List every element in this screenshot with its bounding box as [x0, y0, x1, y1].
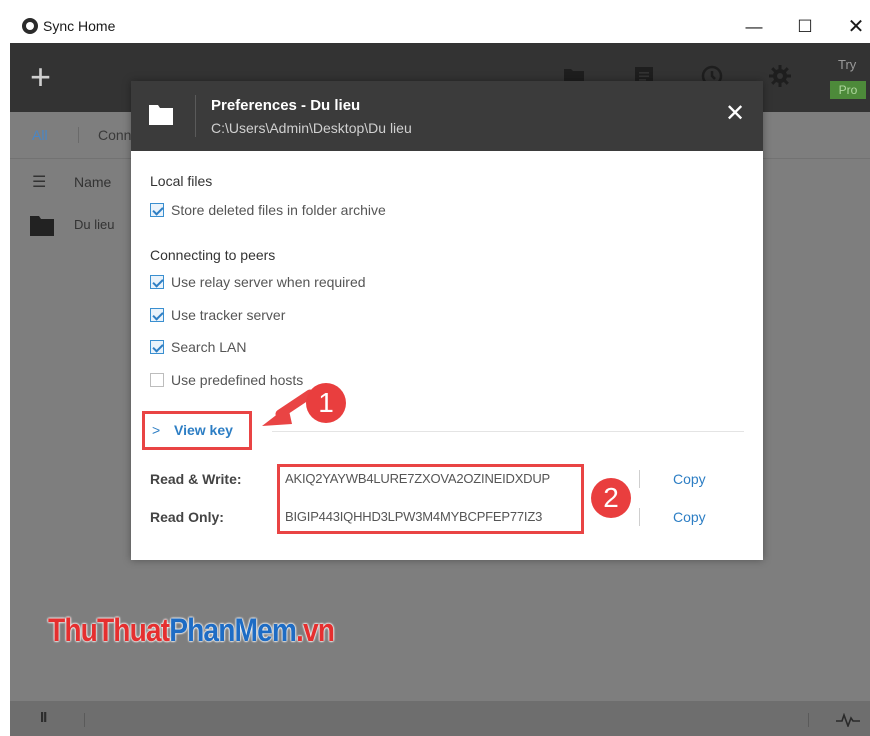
activity-icon[interactable] [836, 713, 860, 727]
maximize-button[interactable]: ☐ [785, 12, 825, 42]
annotation-marker-1: 1 [306, 383, 346, 423]
tab-all[interactable]: All [32, 127, 48, 143]
checkbox-checked-icon[interactable] [150, 340, 164, 354]
column-header-name[interactable]: Name [74, 174, 111, 190]
watermark-part: ThuThuat [48, 612, 170, 648]
checkbox-unchecked-icon[interactable] [150, 373, 164, 387]
highlight-box-keys [277, 464, 584, 534]
checkbox-label: Use tracker server [171, 307, 286, 323]
read-write-label: Read & Write: [150, 471, 242, 487]
gear-icon[interactable] [768, 64, 792, 88]
checkbox-label: Use relay server when required [171, 274, 366, 290]
preferences-dialog: Preferences - Du lieu C:\Users\Admin\Des… [131, 81, 763, 560]
title-bar: Sync Home — ☐ ✕ [10, 10, 870, 43]
status-divider [808, 713, 809, 727]
copy-read-write-button[interactable]: Copy [673, 471, 706, 487]
section-heading-local-files: Local files [150, 173, 213, 189]
copy-divider [639, 470, 640, 488]
section-heading-connecting: Connecting to peers [150, 247, 276, 263]
folder-icon [30, 216, 54, 236]
copy-read-only-button[interactable]: Copy [673, 509, 706, 525]
status-bar: II [10, 701, 870, 736]
dialog-title: Preferences - Du lieu [211, 97, 361, 114]
folder-icon [149, 105, 173, 125]
status-divider [84, 713, 85, 727]
annotation-marker-2: 2 [591, 478, 631, 518]
add-folder-button[interactable]: + [30, 57, 51, 97]
highlight-box-view-key [142, 411, 252, 450]
tab-connected[interactable]: Conn [98, 127, 131, 143]
pro-badge[interactable]: Pro [830, 81, 866, 99]
checkbox-checked-icon[interactable] [150, 275, 164, 289]
checkbox-checked-icon[interactable] [150, 203, 164, 217]
watermark-part: .vn [296, 612, 335, 648]
window-close-button[interactable]: ✕ [836, 12, 870, 42]
checkbox-label: Store deleted files in folder archive [171, 202, 386, 218]
pause-button[interactable]: II [40, 709, 47, 726]
sync-logo-icon [22, 18, 38, 34]
tab-divider [78, 127, 79, 143]
checkbox-checked-icon[interactable] [150, 308, 164, 322]
folder-name: Du lieu [74, 217, 115, 232]
divider [272, 431, 744, 432]
read-only-label: Read Only: [150, 509, 224, 525]
dialog-close-button[interactable]: ✕ [725, 102, 745, 126]
minimize-button[interactable]: — [734, 12, 774, 42]
watermark-part: PhanMem [169, 612, 297, 648]
watermark: ThuThuatPhanMem.vn [48, 612, 335, 649]
checkbox-label: Search LAN [171, 339, 247, 355]
folder-path: C:\Users\Admin\Desktop\Du lieu [211, 120, 412, 136]
window-title: Sync Home [43, 18, 116, 34]
sort-icon[interactable]: ☰ [32, 172, 46, 192]
copy-divider [639, 508, 640, 526]
try-label: Try [838, 57, 857, 72]
header-divider [195, 95, 196, 137]
dialog-header: Preferences - Du lieu C:\Users\Admin\Des… [131, 81, 763, 151]
